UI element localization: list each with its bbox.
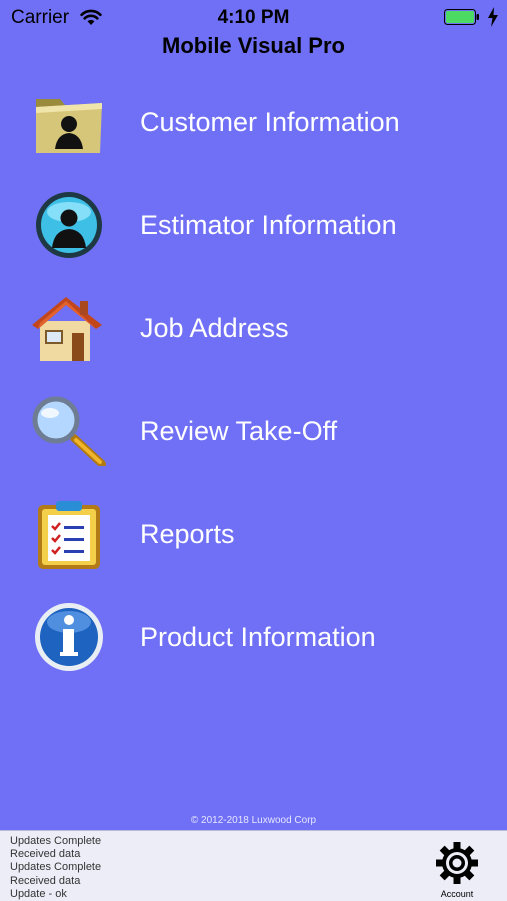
menu-item-review-take-off[interactable]: Review Take-Off <box>0 388 507 474</box>
charging-bolt-icon <box>488 7 498 27</box>
copyright-text: © 2012-2018 Luxwood Corp <box>190 815 317 826</box>
log-line: Updates Complete <box>10 861 102 874</box>
log-line: Received data <box>10 848 81 861</box>
log-line: Received data <box>10 874 81 887</box>
status-bar: Carrier 4:10 PM <box>0 0 507 36</box>
user-circle-icon <box>36 192 102 258</box>
menu-label: Review Take-Off <box>140 416 338 446</box>
status-log-panel: Updates Complete Received data Updates C… <box>0 830 507 901</box>
clipboard-checklist-icon <box>38 501 100 569</box>
log-line: Update - ok <box>10 887 67 900</box>
battery-icon <box>444 9 479 25</box>
house-icon <box>32 297 102 361</box>
clock: 4:10 PM <box>217 7 290 28</box>
menu-item-customer-information[interactable]: Customer Information <box>0 79 507 165</box>
menu-label: Customer Information <box>140 107 400 137</box>
menu-item-estimator-information[interactable]: Estimator Information <box>0 182 507 268</box>
menu-label: Job Address <box>140 313 289 343</box>
menu-label: Reports <box>140 519 235 549</box>
page-title: Mobile Visual Pro <box>162 33 345 58</box>
info-icon <box>35 603 103 671</box>
folder-person-icon <box>36 99 102 153</box>
menu-label: Estimator Information <box>140 210 397 240</box>
account-label: Account <box>440 889 474 899</box>
menu-item-product-information[interactable]: Product Information <box>0 594 507 680</box>
menu-item-reports[interactable]: Reports <box>0 491 507 577</box>
gear-icon <box>436 842 478 884</box>
magnifier-icon <box>32 396 106 466</box>
menu-label: Product Information <box>140 622 376 652</box>
menu-item-job-address[interactable]: Job Address <box>0 285 507 371</box>
log-line: Updates Complete <box>10 835 102 847</box>
status-log: Updates Complete Received data Updates C… <box>10 835 101 901</box>
account-button[interactable]: Account <box>430 839 484 901</box>
